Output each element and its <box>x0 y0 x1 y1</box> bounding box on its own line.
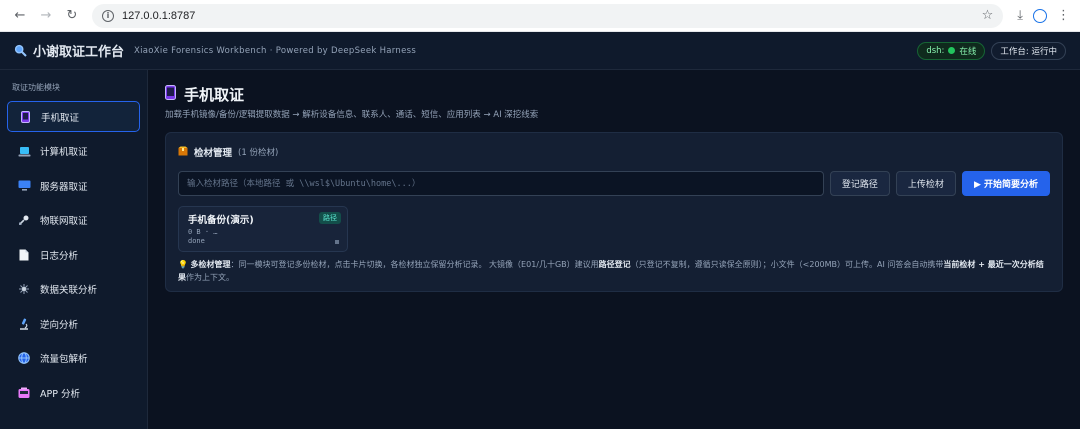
sidebar-item-label: 服务器取证 <box>40 181 88 193</box>
evidence-path-input[interactable] <box>178 171 824 196</box>
lightbulb-icon: 💡 <box>178 260 188 269</box>
profile-icon[interactable] <box>1033 8 1047 23</box>
site-info-icon[interactable]: i <box>102 9 114 22</box>
page-title-text: 手机取证 <box>184 86 245 104</box>
sidebar-item-label: 日志分析 <box>40 250 79 262</box>
sidebar-item-mobile[interactable]: 手机取证 <box>7 101 140 132</box>
app-icon <box>17 387 31 399</box>
workspace-status-badge: 工作台: 运行中 <box>991 41 1066 60</box>
sidebar-item-reverse[interactable]: 逆向分析 <box>7 308 140 339</box>
sidebar-item-app[interactable]: APP 分析 <box>7 377 140 408</box>
address-bar[interactable]: i 127.0.0.1:8787 ☆ <box>92 3 1004 28</box>
laptop-icon <box>17 146 31 157</box>
evidence-tile[interactable]: 手机备份(演示) 路径 0 B · … done <box>178 206 348 252</box>
sidebar-item-label: 逆向分析 <box>40 319 79 331</box>
online-dot-icon <box>948 47 956 54</box>
tip-text-1: ：同一模块可登记多份检材，点击卡片切换，各检材独立保留分析记录。 大镜像（E01… <box>230 260 599 269</box>
evidence-card: 检材管理 (1 份检材) 登记路径 上传检材 ▶ 开始简要分析 手机备份(演示)… <box>165 132 1063 292</box>
sidebar-item-label: APP 分析 <box>40 388 80 400</box>
evidence-tile-title: 手机备份(演示) <box>188 215 254 226</box>
magnifier-logo-icon <box>14 44 27 57</box>
document-icon <box>17 249 31 261</box>
evidence-count: (1 份检材) <box>238 148 279 158</box>
evidence-tip: 💡 多检材管理：同一模块可登记多份检材，点击卡片切换，各检材独立保留分析记录。 … <box>178 258 1050 284</box>
app-header: 小谢取证工作台 XiaoXie Forensics Workbench · Po… <box>0 32 1080 70</box>
satellite-icon <box>17 214 31 226</box>
phone-icon <box>18 110 32 123</box>
evidence-header: 检材管理 (1 份检材) <box>178 145 1050 159</box>
tip-text-2: （只登记不复制，遵循只读保全原则）；小文件（<200MB）可上传。AI 问答会自… <box>630 260 944 269</box>
sidebar-item-label: 物联网取证 <box>40 216 88 227</box>
sidebar-item-label: 计算机取证 <box>40 147 88 158</box>
sidebar-item-iot[interactable]: 物联网取证 <box>7 205 140 236</box>
upload-evidence-button[interactable]: 上传检材 <box>895 171 956 196</box>
register-path-button[interactable]: 登记路径 <box>829 171 890 196</box>
page-description: 加载手机镜像/备份/逻辑提取数据 → 解析设备信息、联系人、通话、短信、应用列表… <box>165 110 539 120</box>
tip-label: 多检材管理 <box>190 260 231 269</box>
download-icon[interactable]: ⤓ <box>1017 8 1023 23</box>
sidebar-item-label: 手机取证 <box>41 112 80 124</box>
page-title: 手机取证 <box>165 84 1063 105</box>
globe-icon <box>17 352 31 364</box>
sidebar-item-traffic[interactable]: 流量包解析 <box>7 343 140 374</box>
tip-emphasis-1: 路径登记 <box>598 260 631 269</box>
sidebar-item-correlation[interactable]: 数据关联分析 <box>7 274 140 305</box>
dsh-status-badge: dsh: 在线 <box>917 41 986 60</box>
menu-kebab-icon[interactable]: ⋮ <box>1057 8 1070 23</box>
address-url[interactable]: 127.0.0.1:8787 <box>122 10 982 22</box>
main-content: 手机取证 加载手机镜像/备份/逻辑提取数据 → 解析设备信息、联系人、通话、短信… <box>148 70 1080 429</box>
dsh-status: 在线 <box>959 46 977 57</box>
forward-arrow-icon[interactable]: → <box>36 6 56 26</box>
evidence-input-row: 登记路径 上传检材 ▶ 开始简要分析 <box>178 171 1050 196</box>
start-analysis-button[interactable]: ▶ 开始简要分析 <box>961 171 1050 196</box>
sidebar-item-label: 流量包解析 <box>40 354 88 365</box>
sidebar-item-logs[interactable]: 日志分析 <box>7 239 140 270</box>
sidebar: 取证功能模块 手机取证 计算机取证 服务器取证 物联网取证 日志分析 数据关联分… <box>0 70 148 429</box>
back-arrow-icon[interactable]: ← <box>10 6 30 26</box>
dsh-label: dsh: <box>926 45 945 56</box>
microscope-icon <box>17 318 31 330</box>
evidence-tile-status: done <box>188 237 205 245</box>
evidence-tile-tag: 路径 <box>319 212 341 224</box>
sidebar-item-computer[interactable]: 计算机取证 <box>7 136 140 167</box>
app-title: 小谢取证工作台 <box>33 45 125 60</box>
browser-toolbar: ← → ↻ i 127.0.0.1:8787 ☆ ⤓ ⋮ <box>0 0 1080 32</box>
phone-icon <box>165 85 176 104</box>
reload-icon[interactable]: ↻ <box>62 6 82 26</box>
app-subtitle: XiaoXie Forensics Workbench · Powered by… <box>134 45 417 56</box>
sidebar-heading: 取证功能模块 <box>12 83 60 92</box>
sidebar-item-server[interactable]: 服务器取证 <box>7 170 140 201</box>
package-icon <box>178 146 188 159</box>
network-icon <box>17 283 31 295</box>
bookmark-star-icon[interactable]: ☆ <box>982 8 994 23</box>
evidence-title: 检材管理 <box>194 148 233 159</box>
tip-text-3: 作为上下文。 <box>186 273 234 282</box>
evidence-tile-size: 0 B · … <box>188 228 218 236</box>
delete-square-icon[interactable] <box>335 240 339 244</box>
server-icon <box>17 180 31 191</box>
sidebar-item-label: 数据关联分析 <box>40 285 98 296</box>
